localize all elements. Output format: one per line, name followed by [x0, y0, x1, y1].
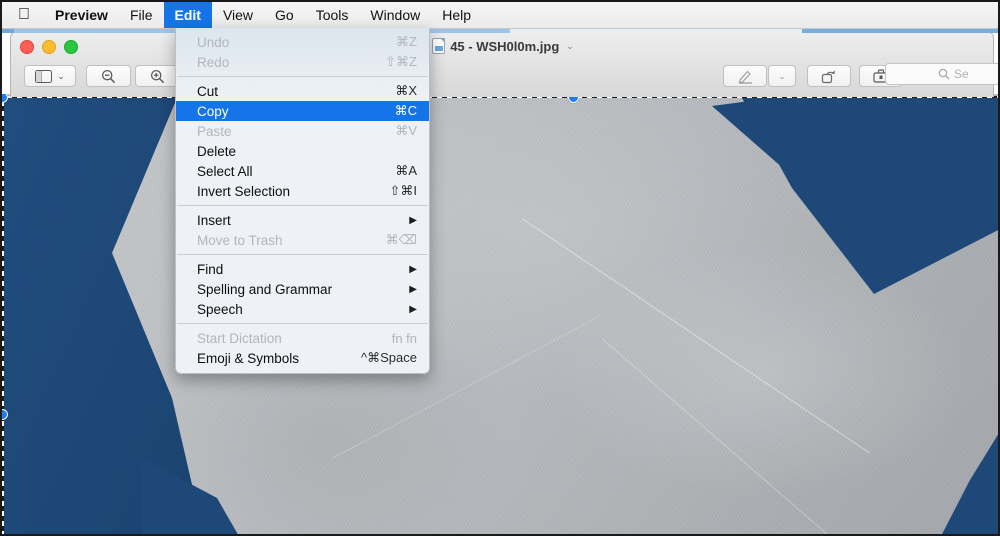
- selection-border-left[interactable]: [2, 96, 4, 534]
- menu-item-spelling-and-grammar[interactable]: Spelling and Grammar ▶: [176, 279, 429, 299]
- rotate-button[interactable]: [807, 65, 851, 87]
- markup-pen-icon: [738, 70, 752, 84]
- menu-separator: [177, 254, 428, 255]
- menu-item-select-all[interactable]: Select All ⌘A: [176, 161, 429, 181]
- edit-dropdown-menu: Undo ⌘Z Redo ⇧⌘Z Cut ⌘X Copy ⌘C Paste ⌘V Delete Sel…: [175, 28, 430, 374]
- menu-item-start-dictation: Start Dictation fn fn: [176, 328, 429, 348]
- menu-item-shortcut: ^⌘Space: [361, 350, 417, 365]
- menu-item-delete[interactable]: Delete: [176, 141, 429, 161]
- toolbar: ⌄ ⌄: [11, 56, 995, 96]
- search-placeholder: Se: [954, 67, 969, 81]
- menu-item-shortcut: ⌘X: [395, 83, 417, 98]
- menu-item-shortcut: ⇧⌘Z: [385, 54, 417, 69]
- menu-view[interactable]: View: [212, 2, 264, 28]
- menu-bar:  Preview File Edit View Go Tools Window…: [2, 2, 998, 29]
- menu-item-label: Start Dictation: [197, 330, 282, 346]
- blue-shape-bottom-left: [142, 458, 238, 534]
- menu-item-speech[interactable]: Speech ▶: [176, 299, 429, 319]
- menu-item-cut[interactable]: Cut ⌘X: [176, 81, 429, 101]
- screen-root: 45 - WSH0l0m.jpg ⌄ ⌄ ⌄ Se Preview File E…: [0, 0, 1000, 536]
- menu-item-label: Speech: [197, 301, 243, 317]
- menu-item-insert[interactable]: Insert ▶: [176, 210, 429, 230]
- menu-item-shortcut: ⌘C: [394, 103, 417, 118]
- menu-item-label: Move to Trash: [197, 232, 283, 248]
- document-icon: [432, 38, 446, 54]
- menu-item-label: Find: [197, 261, 224, 277]
- menu-item-shortcut: ⌘A: [395, 163, 417, 178]
- edit-menu-items: Undo ⌘Z Redo ⇧⌘Z Cut ⌘X Copy ⌘C Paste ⌘V Delete Sel…: [176, 32, 429, 368]
- menu-item-label: Invert Selection: [197, 183, 291, 199]
- menu-help[interactable]: Help: [431, 2, 482, 28]
- markup-chevron-button[interactable]: ⌄: [768, 65, 796, 87]
- menu-separator: [177, 205, 428, 206]
- window-title-bar[interactable]: 45 - WSH0l0m.jpg ⌄: [11, 37, 995, 55]
- zoom-out-icon: [101, 69, 116, 83]
- apple-logo-icon[interactable]: : [2, 2, 44, 28]
- menu-tools[interactable]: Tools: [305, 2, 360, 28]
- submenu-arrow-icon: ▶: [409, 303, 417, 315]
- zoom-in-icon: [150, 69, 165, 83]
- window-title: 45 - WSH0l0m.jpg: [450, 38, 560, 54]
- blue-shape-bottom-right: [942, 434, 998, 534]
- zoom-in-button[interactable]: [135, 65, 180, 87]
- menu-item-label: Cut: [197, 83, 219, 99]
- menu-preview[interactable]: Preview: [44, 2, 119, 28]
- menu-item-label: Copy: [197, 103, 229, 119]
- menu-item-paste: Paste ⌘V: [176, 121, 429, 141]
- menu-item-label: Redo: [197, 54, 230, 70]
- menu-item-undo: Undo ⌘Z: [176, 32, 429, 52]
- blue-shape-center-wedge: [712, 98, 998, 268]
- menu-separator: [177, 323, 428, 324]
- menu-edit[interactable]: Edit: [163, 2, 212, 28]
- menu-item-label: Select All: [197, 163, 253, 179]
- submenu-arrow-icon: ▶: [409, 283, 417, 295]
- menu-item-move-to-trash: Move to Trash ⌘⌫: [176, 230, 429, 250]
- menu-item-shortcut: ⌘V: [395, 123, 417, 138]
- menu-item-label: Insert: [197, 212, 231, 228]
- menu-item-shortcut: ⌘⌫: [385, 232, 417, 247]
- preview-window: 45 - WSH0l0m.jpg ⌄ ⌄ ⌄ Se: [10, 31, 998, 97]
- search-icon: [938, 68, 950, 80]
- menu-item-label: Delete: [197, 143, 237, 159]
- sidebar-toggle-button[interactable]: ⌄: [24, 65, 76, 87]
- sidebar-icon: [35, 69, 53, 83]
- menu-window[interactable]: Window: [359, 2, 431, 28]
- submenu-arrow-icon: ▶: [409, 263, 417, 275]
- markup-button[interactable]: [723, 65, 767, 87]
- menu-item-label: Emoji & Symbols: [197, 350, 300, 366]
- title-chevron-down-icon[interactable]: ⌄: [566, 41, 574, 52]
- menu-item-invert-selection[interactable]: Invert Selection ⇧⌘I: [176, 181, 429, 201]
- document-image[interactable]: [2, 98, 998, 534]
- markup-chevron-down-icon: ⌄: [778, 70, 786, 81]
- menu-item-label: Spelling and Grammar: [197, 281, 333, 297]
- menu-item-shortcut: fn fn: [391, 330, 417, 346]
- rotate-icon: [821, 70, 835, 83]
- submenu-arrow-icon: ▶: [409, 214, 417, 226]
- menu-item-emoji-symbols[interactable]: Emoji & Symbols ^⌘Space: [176, 348, 429, 368]
- menu-item-label: Paste: [197, 123, 232, 139]
- menu-item-find[interactable]: Find ▶: [176, 259, 429, 279]
- sidebar-chevron-down-icon: ⌄: [57, 70, 65, 81]
- menu-go[interactable]: Go: [264, 2, 305, 28]
- menu-file[interactable]: File: [119, 2, 164, 28]
- menu-item-label: Undo: [197, 34, 230, 50]
- menu-separator: [177, 76, 428, 77]
- zoom-out-button[interactable]: [86, 65, 131, 87]
- menu-item-redo: Redo ⇧⌘Z: [176, 52, 429, 72]
- search-input[interactable]: Se: [885, 63, 998, 85]
- menu-item-shortcut: ⌘Z: [396, 34, 417, 49]
- image-canvas[interactable]: [2, 94, 998, 534]
- menu-item-copy[interactable]: Copy ⌘C: [176, 101, 429, 121]
- menu-item-shortcut: ⇧⌘I: [389, 183, 417, 198]
